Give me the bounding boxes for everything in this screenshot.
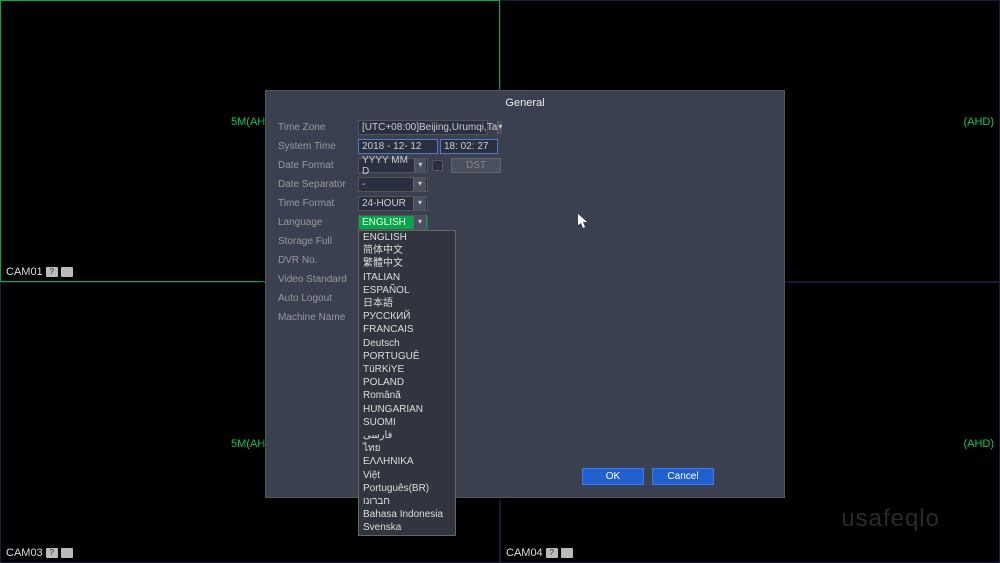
language-option[interactable]: FRANCAIS xyxy=(359,323,455,336)
camera-icon[interactable] xyxy=(61,548,73,558)
help-icon[interactable] xyxy=(46,267,58,277)
language-option[interactable]: Português(BR) xyxy=(359,482,455,495)
language-option[interactable]: HUNGARIAN xyxy=(359,403,455,416)
language-option[interactable]: 简体中文 xyxy=(359,244,455,257)
language-option[interactable]: Svenska xyxy=(359,521,455,534)
language-option[interactable]: ไทย xyxy=(359,442,455,455)
timeformat-select[interactable]: 24-HOUR▾ xyxy=(358,196,428,211)
language-option[interactable]: Română xyxy=(359,389,455,402)
chevron-down-icon: ▾ xyxy=(413,197,426,210)
language-option[interactable]: فارسی xyxy=(359,429,455,442)
dialog-title: General xyxy=(266,91,784,115)
dst-checkbox[interactable] xyxy=(432,160,443,171)
dialog-body: Time Zone [UTC+08:00]Beijing,Urumqi,Ta▾ … xyxy=(266,115,784,332)
cancel-button[interactable]: Cancel xyxy=(652,468,714,485)
chevron-down-icon: ▾ xyxy=(413,178,426,191)
dialog-buttons: OK Cancel xyxy=(582,468,714,485)
language-option[interactable]: חברונו xyxy=(359,495,455,508)
chevron-down-icon: ▾ xyxy=(414,159,426,172)
camera-label: CAM04 xyxy=(506,547,573,559)
label-dateformat: Date Format xyxy=(278,160,358,171)
help-icon[interactable] xyxy=(546,548,558,558)
language-option[interactable]: ESPAÑOL xyxy=(359,284,455,297)
label-language: Language xyxy=(278,217,358,228)
label-systemtime: System Time xyxy=(278,141,358,152)
dateformat-select[interactable]: YYYY MM D▾ xyxy=(358,158,428,173)
camera-icon[interactable] xyxy=(61,267,73,277)
camera-label: CAM03 xyxy=(6,547,73,559)
label-autologout: Auto Logout xyxy=(278,293,358,304)
language-option[interactable]: 日本語 xyxy=(359,297,455,310)
label-timeformat: Time Format xyxy=(278,198,358,209)
language-option[interactable]: ENGLISH xyxy=(359,231,455,244)
label-machinename: Machine Name xyxy=(278,312,358,323)
help-icon[interactable] xyxy=(46,548,58,558)
language-option[interactable]: Deutsch xyxy=(359,337,455,350)
language-option[interactable]: Việt xyxy=(359,469,455,482)
watermark: usafeqlo xyxy=(841,505,940,533)
language-option[interactable]: 繁體中文 xyxy=(359,257,455,270)
language-dropdown[interactable]: ENGLISH简体中文繁體中文ITALIANESPAÑOL日本語РУССКИЙF… xyxy=(358,230,456,536)
time-input[interactable]: 18: 02: 27 xyxy=(440,139,498,154)
language-option[interactable]: ITALIAN xyxy=(359,271,455,284)
resolution-label: 5M(AHI xyxy=(231,116,268,128)
language-option[interactable]: РУССКИЙ xyxy=(359,310,455,323)
dst-button[interactable]: DST xyxy=(451,158,501,173)
language-option[interactable]: POLAND xyxy=(359,376,455,389)
label-storagefull: Storage Full xyxy=(278,236,358,247)
ok-button[interactable]: OK xyxy=(582,468,644,485)
chevron-down-icon: ▾ xyxy=(497,121,502,134)
dateseparator-select[interactable]: -▾ xyxy=(358,177,428,192)
language-option[interactable]: TüRKiYE xyxy=(359,363,455,376)
chevron-down-icon: ▾ xyxy=(413,216,426,229)
resolution-right: (AHD) xyxy=(963,438,994,450)
language-option[interactable]: PORTUGUÊ xyxy=(359,350,455,363)
label-videostandard: Video Standard xyxy=(278,274,358,285)
resolution-label: 5M(AHI xyxy=(231,438,268,450)
general-settings-dialog: General Time Zone [UTC+08:00]Beijing,Uru… xyxy=(265,90,785,498)
resolution-right: (AHD) xyxy=(963,116,994,128)
camera-label: CAM01 xyxy=(6,266,73,278)
date-input[interactable]: 2018 - 12- 12 xyxy=(358,139,438,154)
label-timezone: Time Zone xyxy=(278,122,358,133)
label-dvrno: DVR No. xyxy=(278,255,358,266)
camera-icon[interactable] xyxy=(561,548,573,558)
timezone-select[interactable]: [UTC+08:00]Beijing,Urumqi,Ta▾ xyxy=(358,120,488,135)
language-option[interactable]: SUOMI xyxy=(359,416,455,429)
language-option[interactable]: Bahasa Indonesia xyxy=(359,508,455,521)
language-select[interactable]: ENGLISH▾ xyxy=(358,215,428,230)
language-option[interactable]: ΕΛΛΗΝΙΚΑ xyxy=(359,455,455,468)
label-dateseparator: Date Separator xyxy=(278,179,358,190)
